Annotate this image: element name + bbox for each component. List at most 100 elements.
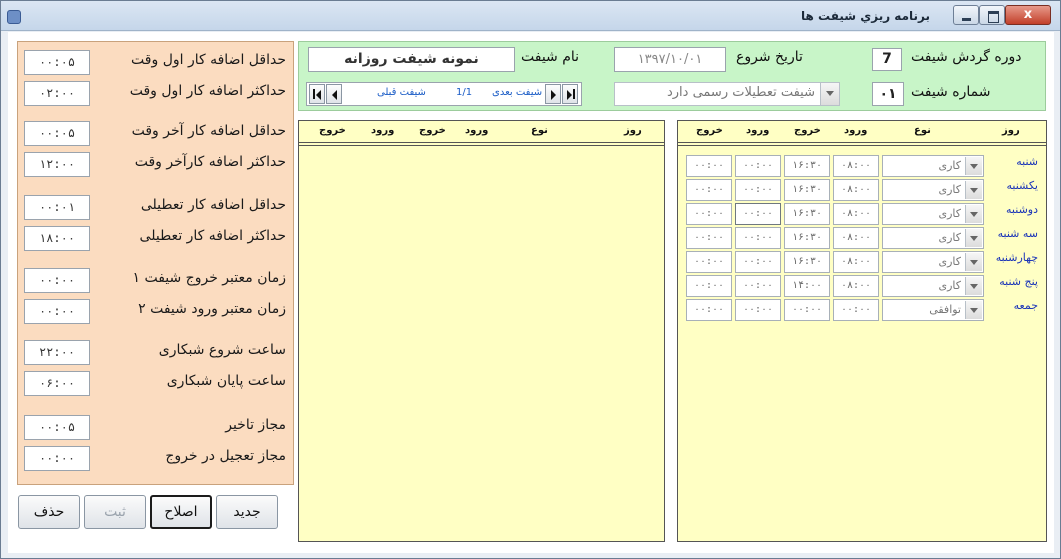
- setting-time-field[interactable]: ۱۲:۰۰: [24, 152, 90, 177]
- out1-cell[interactable]: ۱۶:۳۰: [784, 227, 830, 249]
- delete-button[interactable]: حذف: [18, 495, 80, 529]
- day-type-select[interactable]: کاری: [882, 227, 984, 249]
- maximize-button[interactable]: [979, 5, 1005, 25]
- chevron-down-icon[interactable]: [965, 253, 982, 271]
- out1-cell[interactable]: ۱۶:۳۰: [784, 203, 830, 225]
- setting-row: ۰۰:۰۱ حداقل اضافه کار تعطیلی: [24, 195, 286, 220]
- cycle-field[interactable]: 7: [872, 48, 902, 71]
- in2-cell[interactable]: ۰۰:۰۰: [735, 275, 781, 297]
- save-button[interactable]: ثبت: [84, 495, 146, 529]
- setting-time-field[interactable]: ۲۲:۰۰: [24, 340, 90, 365]
- day-type-value: کاری: [938, 159, 961, 172]
- day-label: دوشنبه: [1006, 203, 1038, 216]
- in2-cell[interactable]: ۰۰:۰۰: [735, 155, 781, 177]
- table-row: ۰۰:۰۰ ۰۰:۰۰ ۰۰:۰۰ ۰۰:۰۰ توافقی جمعه: [686, 299, 1038, 321]
- out1-cell[interactable]: ۱۶:۳۰: [784, 155, 830, 177]
- col-day: روز: [1002, 125, 1020, 136]
- setting-row: ۰۰:۰۵ حداقل اضافه کار آخر وقت: [24, 121, 286, 146]
- out1-cell[interactable]: ۱۴:۰۰: [784, 275, 830, 297]
- shift-name-field[interactable]: نمونه شيفت روزانه: [308, 47, 515, 72]
- in1-cell[interactable]: ۰۰:۰۰: [833, 299, 879, 321]
- setting-time-field[interactable]: ۰۰:۰۵: [24, 50, 90, 75]
- chevron-down-icon[interactable]: [965, 157, 982, 175]
- in2-cell[interactable]: ۰۰:۰۰: [735, 227, 781, 249]
- shift-name-label: نام شیفت: [521, 49, 580, 65]
- in2-cell[interactable]: ۰۰:۰۰: [735, 251, 781, 273]
- prev-record-icon[interactable]: [326, 84, 342, 104]
- in1-cell[interactable]: ۰۸:۰۰: [833, 251, 879, 273]
- out2-cell[interactable]: ۰۰:۰۰: [686, 227, 732, 249]
- out1-cell[interactable]: ۱۶:۳۰: [784, 179, 830, 201]
- start-date-field[interactable]: ۱۳۹۷/۱۰/۰۱: [614, 47, 726, 72]
- in2-cell[interactable]: ۰۰:۰۰: [735, 179, 781, 201]
- setting-row: ۰۰:۰۰ زمان معتبر ورود شیفت ۲: [24, 299, 286, 324]
- day-type-select[interactable]: کاری: [882, 251, 984, 273]
- out1-cell[interactable]: ۰۰:۰۰: [784, 299, 830, 321]
- holiday-shift-value: شيفت تعطيلات رسمی دارد: [666, 85, 815, 100]
- setting-time-field[interactable]: ۱۸:۰۰: [24, 226, 90, 251]
- out2-cell[interactable]: ۰۰:۰۰: [686, 203, 732, 225]
- action-buttons: حذف ثبت اصلاح جدید: [18, 495, 284, 531]
- out2-cell[interactable]: ۰۰:۰۰: [686, 155, 732, 177]
- table-row: ۰۰:۰۰ ۰۰:۰۰ ۱۶:۳۰ ۰۸:۰۰ کاری چهارشنبه: [686, 251, 1038, 273]
- table-row: ۰۰:۰۰ ۰۰:۰۰ ۱۶:۳۰ ۰۸:۰۰ کاری یکشنبه: [686, 179, 1038, 201]
- next-shift-link[interactable]: شیفت بعدی: [492, 87, 542, 98]
- setting-time-field[interactable]: ۰۲:۰۰: [24, 81, 90, 106]
- prev-shift-link[interactable]: شیفت قبلی: [377, 87, 426, 98]
- day-type-value: کاری: [938, 207, 961, 220]
- day-type-select[interactable]: کاری: [882, 275, 984, 297]
- last-record-icon[interactable]: [562, 84, 578, 104]
- col-out: خروج: [794, 125, 821, 136]
- in1-cell[interactable]: ۰۸:۰۰: [833, 155, 879, 177]
- settings-panel: ۰۰:۰۵ حداقل اضافه کار اول وقت ۰۲:۰۰ حداک…: [17, 41, 294, 485]
- in1-cell[interactable]: ۰۸:۰۰: [833, 203, 879, 225]
- in1-cell[interactable]: ۰۸:۰۰: [833, 179, 879, 201]
- day-type-value: کاری: [938, 231, 961, 244]
- setting-label: ساعت پایان شبکاری: [166, 373, 286, 389]
- next-record-icon[interactable]: [545, 84, 561, 104]
- day-type-select[interactable]: توافقی: [882, 299, 984, 321]
- chevron-down-icon[interactable]: [965, 277, 982, 295]
- out2-cell[interactable]: ۰۰:۰۰: [686, 275, 732, 297]
- out2-cell[interactable]: ۰۰:۰۰: [686, 299, 732, 321]
- setting-label: حداقل اضافه کار آخر وقت: [131, 123, 286, 139]
- divider: [678, 145, 1046, 146]
- setting-time-field[interactable]: ۰۰:۰۱: [24, 195, 90, 220]
- edit-button[interactable]: اصلاح: [150, 495, 212, 529]
- out2-cell[interactable]: ۰۰:۰۰: [686, 179, 732, 201]
- divider: [299, 145, 664, 146]
- day-type-select[interactable]: کاری: [882, 179, 984, 201]
- minimize-button[interactable]: [953, 5, 979, 25]
- holiday-shift-select[interactable]: شيفت تعطيلات رسمی دارد: [614, 82, 840, 106]
- in2-cell[interactable]: ۰۰:۰۰: [735, 203, 781, 225]
- in1-cell[interactable]: ۰۸:۰۰: [833, 227, 879, 249]
- setting-label: مجاز تعجیل در خروج: [165, 448, 286, 464]
- table-row: ۰۰:۰۰ ۰۰:۰۰ ۱۶:۳۰ ۰۸:۰۰ کاری سه شنبه: [686, 227, 1038, 249]
- setting-label: حداکثر اضافه کار اول وقت: [129, 83, 286, 99]
- setting-time-field[interactable]: ۰۶:۰۰: [24, 371, 90, 396]
- chevron-down-icon[interactable]: [965, 229, 982, 247]
- setting-time-field[interactable]: ۰۰:۰۵: [24, 415, 90, 440]
- out1-cell[interactable]: ۱۶:۳۰: [784, 251, 830, 273]
- setting-time-field[interactable]: ۰۰:۰۰: [24, 299, 90, 324]
- close-icon: x: [1023, 7, 1033, 22]
- close-button[interactable]: x: [1005, 5, 1051, 25]
- out2-cell[interactable]: ۰۰:۰۰: [686, 251, 732, 273]
- chevron-down-icon[interactable]: [965, 301, 982, 319]
- in1-cell[interactable]: ۰۸:۰۰: [833, 275, 879, 297]
- setting-row: ۱۲:۰۰ حداکثر اضافه کارآخر وقت: [24, 152, 286, 177]
- chevron-down-icon[interactable]: [820, 83, 839, 105]
- setting-row: ۲۲:۰۰ ساعت شروع شبکاری: [24, 340, 286, 365]
- day-type-select[interactable]: کاری: [882, 155, 984, 177]
- shift-number-field[interactable]: ۰۱: [872, 82, 904, 106]
- chevron-down-icon[interactable]: [965, 205, 982, 223]
- first-record-icon[interactable]: [309, 84, 325, 104]
- setting-time-field[interactable]: ۰۰:۰۰: [24, 446, 90, 471]
- setting-time-field[interactable]: ۰۰:۰۵: [24, 121, 90, 146]
- setting-row: ۰۰:۰۰ مجاز تعجیل در خروج: [24, 446, 286, 471]
- new-button[interactable]: جدید: [216, 495, 278, 529]
- day-type-select[interactable]: کاری: [882, 203, 984, 225]
- setting-time-field[interactable]: ۰۰:۰۰: [24, 268, 90, 293]
- chevron-down-icon[interactable]: [965, 181, 982, 199]
- in2-cell[interactable]: ۰۰:۰۰: [735, 299, 781, 321]
